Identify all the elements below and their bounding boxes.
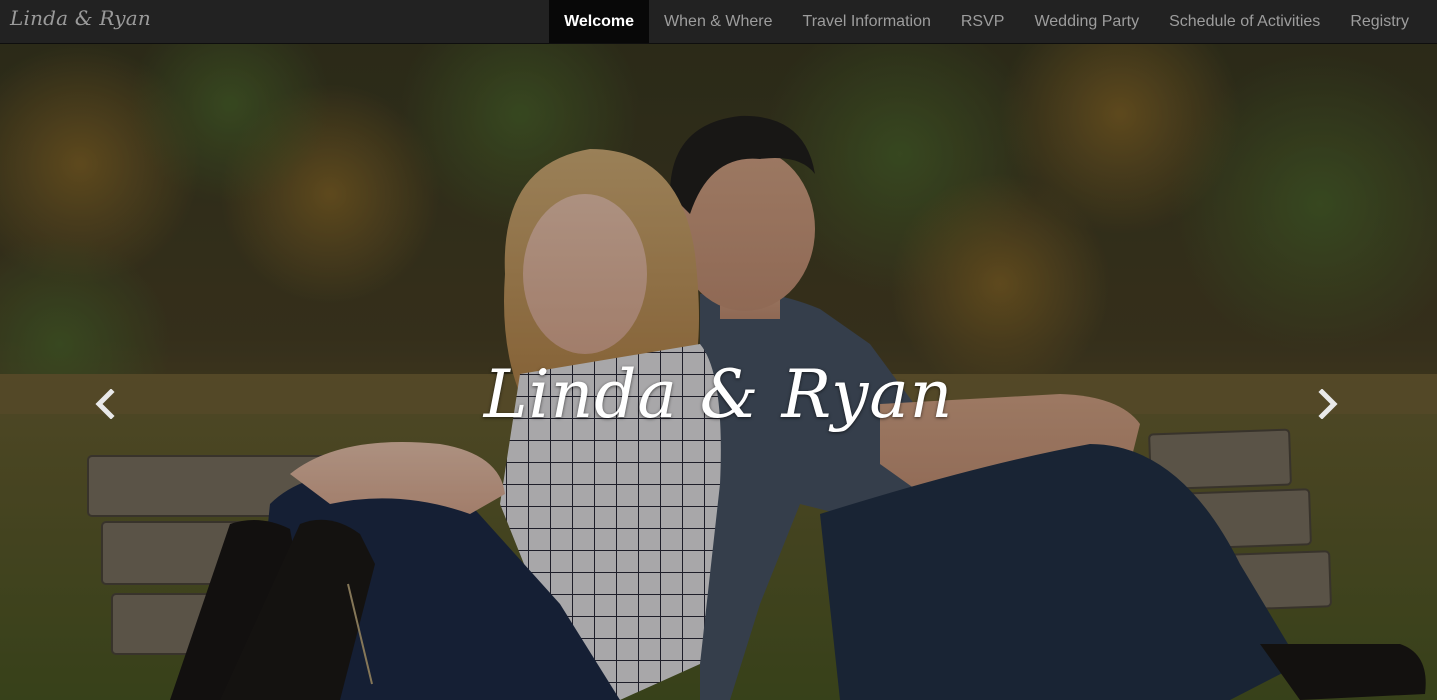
nav-item-wedding-party[interactable]: Wedding Party xyxy=(1019,0,1154,43)
carousel-prev-button[interactable] xyxy=(85,384,125,424)
nav-item-when-where[interactable]: When & Where xyxy=(649,0,787,43)
brand-logo[interactable]: Linda & Ryan xyxy=(10,6,151,30)
nav-item-schedule-of-activities[interactable]: Schedule of Activities xyxy=(1154,0,1335,43)
carousel-caption: Linda & Ryan xyxy=(483,356,954,433)
nav-item-welcome[interactable]: Welcome xyxy=(549,0,650,43)
nav-item-travel-information[interactable]: Travel Information xyxy=(788,0,946,43)
main-nav: Welcome When & Where Travel Information … xyxy=(549,0,1424,43)
top-navbar: Linda & Ryan Welcome When & Where Travel… xyxy=(0,0,1437,44)
nav-item-rsvp[interactable]: RSVP xyxy=(946,0,1020,43)
chevron-left-icon xyxy=(95,389,115,419)
hero-carousel: Linda & Ryan xyxy=(0,44,1437,700)
carousel-next-button[interactable] xyxy=(1308,384,1348,424)
nav-item-registry[interactable]: Registry xyxy=(1335,0,1424,43)
chevron-right-icon xyxy=(1318,389,1338,419)
